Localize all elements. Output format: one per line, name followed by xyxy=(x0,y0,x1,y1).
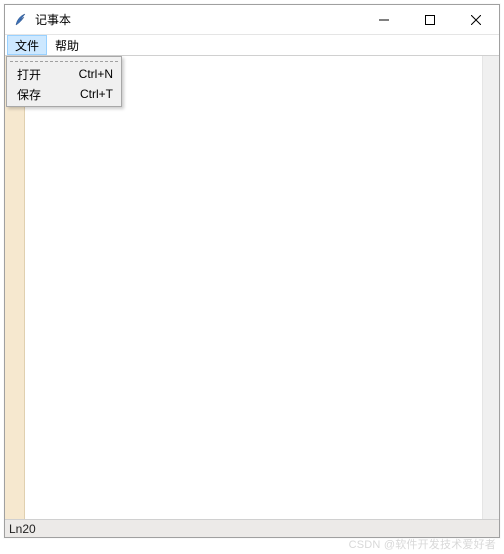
menu-help-label: 帮助 xyxy=(55,37,79,54)
menu-item-save-label: 保存 xyxy=(17,86,70,103)
file-menu-dropdown: 打开 Ctrl+N 保存 Ctrl+T xyxy=(6,56,122,107)
menu-item-open[interactable]: 打开 Ctrl+N xyxy=(9,64,119,84)
menu-item-open-label: 打开 xyxy=(17,66,69,83)
menu-separator xyxy=(10,61,118,62)
menu-file-label: 文件 xyxy=(15,37,39,54)
app-window: 记事本 文件 帮助 Ln20 打开 xyxy=(4,4,500,538)
titlebar: 记事本 xyxy=(5,5,499,35)
menu-help[interactable]: 帮助 xyxy=(47,35,87,55)
line-gutter xyxy=(5,56,25,519)
window-title: 记事本 xyxy=(35,11,71,28)
menubar: 文件 帮助 xyxy=(5,35,499,56)
maximize-button[interactable] xyxy=(407,5,453,34)
minimize-button[interactable] xyxy=(361,5,407,34)
menu-item-open-accel: Ctrl+N xyxy=(69,67,113,81)
vertical-scrollbar[interactable] xyxy=(482,56,499,519)
content-area xyxy=(5,56,499,519)
status-line-text: Ln20 xyxy=(9,522,36,536)
menu-file[interactable]: 文件 xyxy=(7,35,47,55)
menu-item-save[interactable]: 保存 Ctrl+T xyxy=(9,84,119,104)
statusbar: Ln20 xyxy=(5,519,499,537)
text-editor[interactable] xyxy=(25,56,482,519)
feather-icon xyxy=(13,12,29,28)
watermark-text: CSDN @软件开发技术爱好者 xyxy=(349,536,496,552)
close-button[interactable] xyxy=(453,5,499,34)
window-controls xyxy=(361,5,499,34)
menu-item-save-accel: Ctrl+T xyxy=(70,87,113,101)
